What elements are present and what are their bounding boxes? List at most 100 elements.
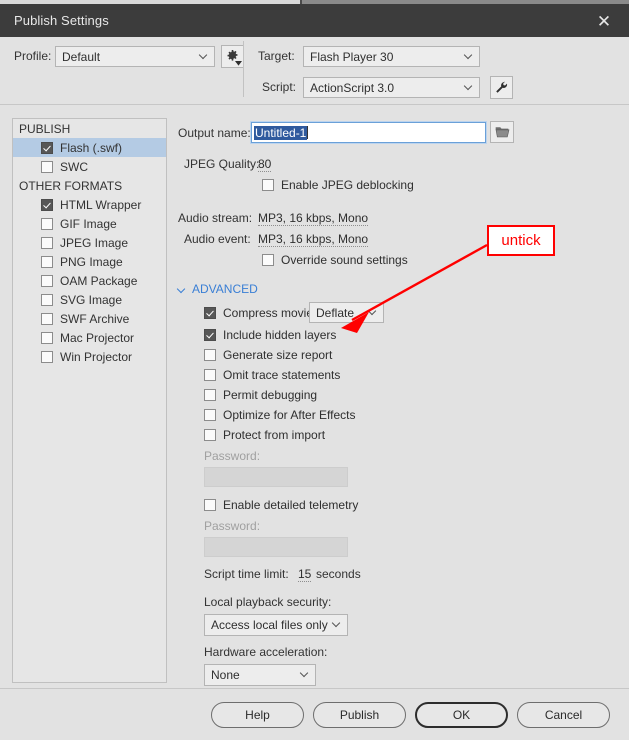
enable-detailed-telemetry-label: Enable detailed telemetry [223,498,359,512]
sidebar-item-win-projector[interactable]: Win Projector [13,347,166,366]
protect-from-import-row[interactable]: Protect from import [204,428,325,442]
sidebar-item-jpeg-image[interactable]: JPEG Image [13,233,166,252]
hardware-acceleration-value: None [211,668,240,682]
permit-debugging-label: Permit debugging [223,388,318,402]
checkbox-override-sound-settings[interactable] [262,254,274,266]
checkbox-omit-trace-statements[interactable] [204,369,216,381]
checkbox-generate-size-report[interactable] [204,349,216,361]
target-label: Target: [258,49,295,63]
checkbox-protect-from-import[interactable] [204,429,216,441]
override-sound-settings-row[interactable]: Override sound settings [262,253,408,267]
override-sound-settings-label: Override sound settings [281,253,408,267]
dialog-footer: Help Publish OK Cancel [0,688,629,740]
sidebar-item-svg-image[interactable]: SVG Image [13,290,166,309]
folder-icon[interactable] [490,121,514,143]
settings-pane: Output name: Untitled-1 JPEG Quality: 80… [178,116,618,686]
sidebar-item-label: OAM Package [60,273,138,288]
password-field-2 [204,537,348,557]
text-caret [307,126,309,139]
script-select[interactable]: ActionScript 3.0 [303,77,480,98]
checkbox-swc[interactable] [41,160,53,173]
checkbox-oam-package[interactable] [41,274,53,287]
checkbox-compress-movie[interactable] [204,307,216,319]
audio-stream-value[interactable]: MP3, 16 kbps, Mono [258,211,369,226]
sidebar-item-label: Mac Projector [60,330,135,345]
optimize-for-after-effects-row[interactable]: Optimize for After Effects [204,408,356,422]
profile-select[interactable]: Default [55,46,215,67]
local-playback-security-select[interactable]: Access local files only [204,614,348,636]
cancel-button[interactable]: Cancel [517,702,610,728]
advanced-section-toggle[interactable]: ADVANCED [178,282,258,296]
format-list[interactable]: PUBLISH Flash (.swf) SWC OTHER FORMATS H… [12,118,167,683]
checkbox-gif-image[interactable] [41,217,53,230]
advanced-section-label: ADVANCED [192,282,258,296]
annotation-callout: untick [487,225,555,256]
sidebar-item-label: PNG Image [60,254,123,269]
sidebar-item-gif-image[interactable]: GIF Image [13,214,166,233]
checkbox-permit-debugging[interactable] [204,389,216,401]
hardware-acceleration-select[interactable]: None [204,664,316,686]
sidebar-item-html-wrapper[interactable]: HTML Wrapper [13,195,166,214]
permit-debugging-row[interactable]: Permit debugging [204,388,317,402]
annotation-callout-text: untick [501,232,541,249]
target-select[interactable]: Flash Player 30 [303,46,480,67]
sidebar-item-flash-swf[interactable]: Flash (.swf) [13,138,166,157]
password-field-1 [204,467,348,487]
audio-event-value[interactable]: MP3, 16 kbps, Mono [258,232,369,247]
sidebar-item-oam-package[interactable]: OAM Package [13,271,166,290]
script-time-limit-value[interactable]: 15 [298,567,312,582]
omit-trace-statements-row[interactable]: Omit trace statements [204,368,340,382]
compress-movie-label: Compress movie [223,306,314,320]
chevron-down-icon [333,620,341,628]
enable-detailed-telemetry-row[interactable]: Enable detailed telemetry [204,498,358,512]
checkbox-png-image[interactable] [41,255,53,268]
include-hidden-layers-row[interactable]: Include hidden layers [204,328,336,342]
local-playback-security-label: Local playback security: [204,595,332,609]
sidebar-item-swc[interactable]: SWC [13,157,166,176]
checkbox-mac-projector[interactable] [41,331,53,344]
checkbox-html-wrapper[interactable] [41,198,53,211]
chevron-down-icon [369,308,377,316]
checkbox-win-projector[interactable] [41,350,53,363]
profile-label: Profile: [14,49,52,63]
protect-from-import-label: Protect from import [223,428,326,442]
wrench-icon[interactable] [490,76,513,99]
generate-size-report-row[interactable]: Generate size report [204,348,332,362]
gear-icon[interactable] [221,45,244,68]
help-button[interactable]: Help [211,702,304,728]
checkbox-include-hidden-layers[interactable] [204,329,216,341]
checkbox-jpeg-image[interactable] [41,236,53,249]
sidebar-item-png-image[interactable]: PNG Image [13,252,166,271]
output-name-input[interactable]: Untitled-1 [250,121,487,144]
checkbox-optimize-for-after-effects[interactable] [204,409,216,421]
jpeg-quality-value[interactable]: 80 [258,157,272,172]
checkbox-enable-detailed-telemetry[interactable] [204,499,216,511]
compress-movie-row[interactable]: Compress movie [204,306,313,320]
audio-event-label: Audio event: [184,232,251,246]
close-icon[interactable]: ✕ [587,8,621,34]
enable-jpeg-deblocking-label: Enable JPEG deblocking [281,178,414,192]
audio-stream-label: Audio stream: [178,211,253,225]
script-time-limit-unit: seconds [316,567,361,581]
password-label-2: Password: [204,519,261,533]
ok-button[interactable]: OK [415,702,508,728]
group-title-other-formats: OTHER FORMATS [19,179,123,193]
checkbox-enable-jpeg-deblocking[interactable] [262,179,274,191]
sidebar-item-swf-archive[interactable]: SWF Archive [13,309,166,328]
top-settings-bar: Profile: Default Target: Flash Player 30… [0,37,629,103]
checkbox-svg-image[interactable] [41,293,53,306]
chevron-down-icon [301,670,309,678]
dialog-title-bar: Publish Settings ✕ [0,4,629,37]
compress-movie-select[interactable]: Deflate [309,302,384,323]
omit-trace-statements-label: Omit trace statements [223,368,341,382]
checkbox-swf-archive[interactable] [41,312,53,325]
chevron-down-icon [465,83,473,91]
generate-size-report-label: Generate size report [223,348,333,362]
sidebar-item-mac-projector[interactable]: Mac Projector [13,328,166,347]
publish-settings-dialog: Publish Settings ✕ Profile: Default Targ… [0,4,629,740]
enable-jpeg-deblocking-row[interactable]: Enable JPEG deblocking [262,178,414,192]
sidebar-item-label: JPEG Image [60,235,129,250]
publish-button[interactable]: Publish [313,702,406,728]
sidebar-item-label: SWC [60,159,88,174]
checkbox-flash-swf[interactable] [41,141,53,154]
